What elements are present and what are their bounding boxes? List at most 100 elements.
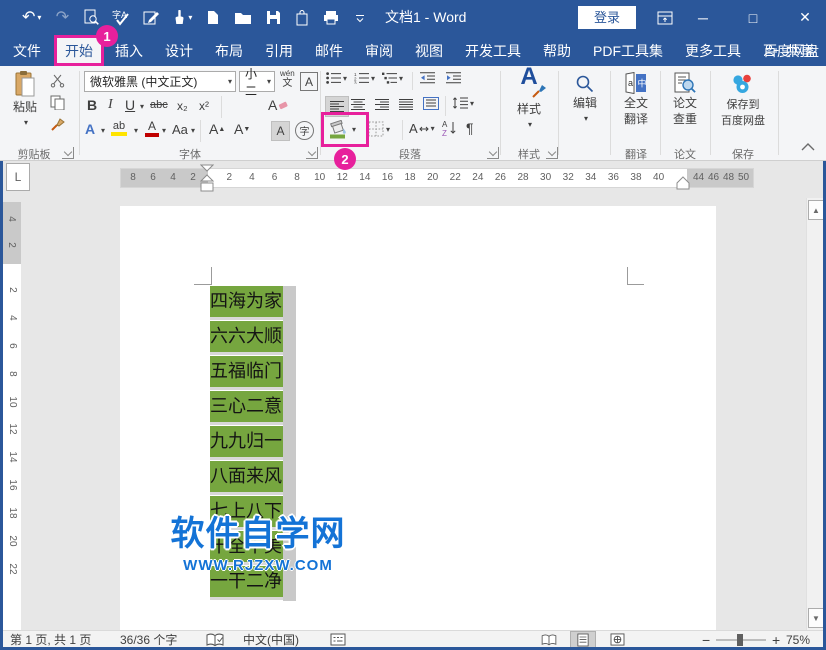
highlighted-text-line[interactable]: 四海为家 xyxy=(210,286,283,320)
print-layout-button[interactable] xyxy=(570,631,596,648)
tab-view[interactable]: 视图 xyxy=(404,35,454,66)
font-size-combo[interactable]: 小二 ▾ xyxy=(239,71,275,92)
styles-button[interactable]: A 样式 ▾ xyxy=(504,70,554,142)
highlighted-text-line[interactable]: 三心二意 xyxy=(210,391,283,425)
bold-button[interactable]: B xyxy=(87,97,97,113)
increase-indent-button[interactable] xyxy=(446,72,461,84)
tab-developer[interactable]: 开发工具 xyxy=(454,35,532,66)
open-button[interactable] xyxy=(234,8,252,28)
text-highlight-button[interactable]: ab xyxy=(111,120,127,136)
character-border-button[interactable]: A xyxy=(300,72,318,91)
superscript-button[interactable]: x² xyxy=(199,99,209,113)
numbered-list-button[interactable]: 123 ▾ xyxy=(354,72,375,84)
scroll-down-button[interactable]: ▼ xyxy=(808,608,824,628)
chevron-down-icon[interactable]: ▾ xyxy=(191,126,195,135)
scroll-up-button[interactable]: ▲ xyxy=(808,200,824,220)
save-button[interactable] xyxy=(265,8,281,28)
align-right-button[interactable] xyxy=(375,99,389,110)
character-scaling-button[interactable]: A ▾ xyxy=(409,121,435,136)
page[interactable]: 四海为家六六大顺五福临门三心二意九九归一八面来风七上八下十全十美一干二净 软件自… xyxy=(120,206,716,630)
align-center-button[interactable] xyxy=(351,99,365,110)
paper-check-button[interactable]: 论文 查重 xyxy=(662,72,708,140)
proofing-status-button[interactable] xyxy=(206,631,224,648)
tab-design[interactable]: 设计 xyxy=(154,35,204,66)
vertical-ruler[interactable]: 42 246810121416182022 xyxy=(3,202,21,630)
chevron-down-icon[interactable]: ▾ xyxy=(101,126,105,135)
full-text-translate-button[interactable]: a中 全文 翻译 xyxy=(613,72,659,140)
tab-stop-selector[interactable]: L xyxy=(6,163,30,191)
input-mode-status-button[interactable] xyxy=(330,631,346,648)
print-preview-button[interactable] xyxy=(83,8,99,28)
zoom-slider-handle[interactable] xyxy=(737,634,743,646)
decrease-indent-button[interactable] xyxy=(420,72,435,84)
borders-button[interactable]: ▾ xyxy=(368,121,390,137)
minimize-button[interactable]: ─ xyxy=(686,0,720,35)
tab-pdf-tools[interactable]: PDF工具集 xyxy=(582,35,674,66)
strikethrough-button[interactable]: abc xyxy=(150,99,168,111)
styles-dialog-launcher[interactable] xyxy=(546,147,558,159)
share-button[interactable]: 共享 xyxy=(763,35,814,66)
touch-mode-button[interactable]: ▾ xyxy=(173,8,192,28)
grow-font-button[interactable]: A▲ xyxy=(209,121,225,137)
enclose-characters-button[interactable]: 字 xyxy=(295,121,314,140)
tab-help[interactable]: 帮助 xyxy=(532,35,582,66)
horizontal-ruler[interactable]: 8642 24681012141618202224262830323436384… xyxy=(120,168,754,188)
shading-button[interactable]: ▾ xyxy=(328,120,356,139)
ribbon-display-options-button[interactable] xyxy=(648,0,682,35)
font-color-button[interactable]: A xyxy=(145,120,159,137)
quick-print-button[interactable] xyxy=(323,8,339,28)
paste-button[interactable]: 粘贴 ▾ xyxy=(6,70,44,144)
line-spacing-button[interactable]: ▾ xyxy=(452,97,474,109)
highlighted-text-line[interactable]: 八面来风 xyxy=(210,461,283,495)
language-status[interactable]: 中文(中国) xyxy=(243,631,299,648)
highlighted-text-line[interactable]: 九九归一 xyxy=(210,426,283,460)
editing-button[interactable]: 编辑 ▾ xyxy=(562,74,608,140)
change-case-button[interactable]: Aa xyxy=(172,122,188,137)
tab-more-tools[interactable]: 更多工具 xyxy=(674,35,752,66)
maximize-button[interactable]: □ xyxy=(736,0,770,35)
highlighted-text-line[interactable]: 五福临门 xyxy=(210,356,283,390)
subscript-button[interactable]: x₂ xyxy=(177,99,188,113)
clear-formatting-button[interactable]: A xyxy=(268,97,288,113)
chevron-down-icon[interactable]: ▾ xyxy=(140,102,144,111)
zoom-out-button[interactable]: − xyxy=(702,631,710,648)
clipboard-dialog-launcher[interactable] xyxy=(62,147,74,159)
tab-mailings[interactable]: 邮件 xyxy=(304,35,354,66)
right-indent-marker[interactable] xyxy=(676,176,690,190)
qat-customize-button[interactable] xyxy=(352,8,368,28)
read-mode-button[interactable] xyxy=(536,631,562,648)
page-number-status[interactable]: 第 1 页, 共 1 页 xyxy=(10,631,91,648)
align-left-button[interactable] xyxy=(325,96,349,117)
tab-references[interactable]: 引用 xyxy=(254,35,304,66)
phonetic-guide-button[interactable]: wén 文 xyxy=(280,69,295,89)
edit-document-button[interactable] xyxy=(143,8,160,28)
tab-layout[interactable]: 布局 xyxy=(204,35,254,66)
sort-button[interactable]: AZ xyxy=(442,119,457,137)
show-hide-marks-button[interactable]: ¶ xyxy=(466,120,474,136)
cut-button[interactable] xyxy=(50,73,65,88)
justify-button[interactable] xyxy=(399,99,413,110)
chevron-down-icon[interactable]: ▾ xyxy=(162,126,166,135)
new-document-button[interactable] xyxy=(205,8,221,28)
tab-review[interactable]: 审阅 xyxy=(354,35,404,66)
undo-button[interactable]: ↶▾ xyxy=(22,8,41,28)
highlighted-text-line[interactable]: 六六大顺 xyxy=(210,321,283,355)
indent-markers[interactable] xyxy=(200,164,214,196)
distribute-text-button[interactable] xyxy=(423,97,439,110)
chevron-down-icon[interactable]: ▾ xyxy=(134,126,138,135)
redo-button[interactable]: ↷ xyxy=(54,8,70,28)
spelling-check-button[interactable]: 字A xyxy=(112,8,130,28)
text-effects-button[interactable]: A xyxy=(85,121,95,137)
underline-button[interactable]: U xyxy=(125,97,135,113)
paragraph-dialog-launcher[interactable] xyxy=(487,147,499,159)
italic-button[interactable]: I xyxy=(108,97,113,113)
shrink-font-button[interactable]: A▼ xyxy=(234,121,250,137)
multilevel-list-button[interactable]: ▾ xyxy=(382,72,403,84)
zoom-level[interactable]: 75% xyxy=(786,631,810,648)
bullet-list-button[interactable]: ▾ xyxy=(326,72,347,84)
login-button[interactable]: 登录 xyxy=(578,6,636,29)
font-dialog-launcher[interactable] xyxy=(306,147,318,159)
attach-button[interactable] xyxy=(294,8,310,28)
copy-button[interactable] xyxy=(50,95,65,110)
word-count-status[interactable]: 36/36 个字 xyxy=(120,631,177,648)
